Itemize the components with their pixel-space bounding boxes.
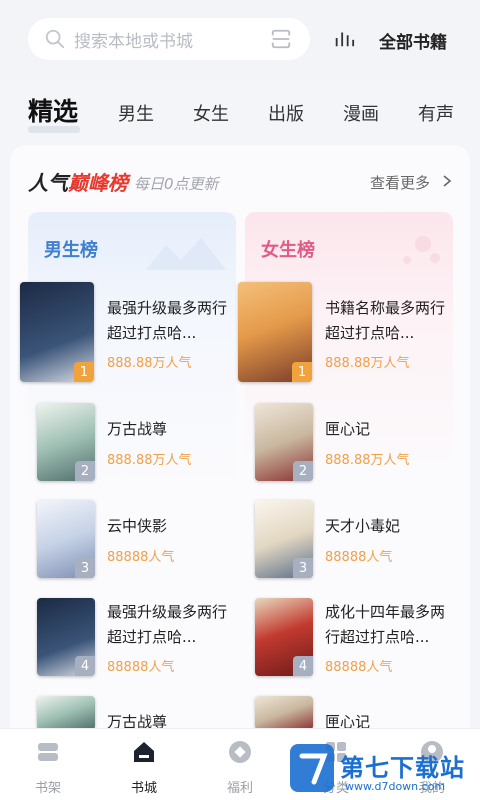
nav-welfare[interactable]: 福利 [210, 739, 270, 796]
watermark-url: www.d7down.com [345, 780, 446, 793]
flower-decoration [403, 236, 440, 264]
book-cover[interactable]: 2 [255, 403, 313, 481]
watermark-text: 第七下载站 [340, 754, 465, 782]
book-title: 最强升级最多两行超过打点哈... [107, 299, 228, 342]
book-cover[interactable] [37, 696, 95, 730]
book-cover[interactable]: 4 [37, 598, 95, 676]
rank-badge: 1 [74, 362, 94, 382]
book-cover[interactable]: 1 [238, 282, 312, 382]
list-item[interactable]: 4 成化十四年最多两行超过打点哈... 88888人气 [255, 598, 475, 688]
rank-badge: 2 [75, 461, 95, 481]
rank-badge: 4 [293, 656, 313, 676]
nav-bookshelf[interactable]: 书架 [18, 739, 78, 796]
nav-label: 书架 [34, 781, 61, 796]
mountain-decoration [146, 238, 226, 270]
tab-publishing[interactable]: 出版 [268, 100, 304, 126]
tab-audio[interactable]: 有声 [418, 100, 454, 126]
book-popularity: 888.88万人气 [325, 453, 410, 468]
book-cover[interactable]: 3 [255, 500, 313, 578]
book-cover[interactable] [255, 696, 313, 730]
book-cover[interactable]: 3 [37, 500, 95, 578]
list-item[interactable]: 2 万古战尊 888.88万人气 [37, 403, 257, 493]
book-title: 最强升级最多两行超过打点哈... [107, 603, 228, 646]
book-popularity: 88888人气 [325, 550, 393, 565]
male-ranking-title: 男生榜 [44, 240, 98, 261]
tab-comics[interactable]: 漫画 [343, 100, 379, 126]
rank-badge: 3 [75, 558, 95, 578]
book-popularity: 888.88万人气 [107, 356, 192, 371]
rank-badge: 1 [292, 362, 312, 382]
top-bar: 搜索本地或书城 全部书籍 [0, 0, 480, 80]
book-popularity: 888.88万人气 [107, 453, 192, 468]
book-title: 云中侠影 [107, 517, 168, 535]
book-cover[interactable]: 1 [20, 282, 94, 382]
book-title: 成化十四年最多两行超过打点哈... [325, 603, 446, 646]
coin-icon [229, 741, 251, 763]
ranking-title: 人气巅峰榜 [28, 167, 128, 196]
list-item[interactable]: 1 最强升级最多两行超过打点哈... 888.88万人气 [20, 282, 240, 382]
book-popularity: 88888人气 [107, 660, 175, 675]
bookstore-icon [134, 742, 154, 762]
book-cover[interactable]: 4 [255, 598, 313, 676]
tab-male[interactable]: 男生 [118, 100, 154, 126]
book-popularity: 88888人气 [325, 660, 393, 675]
book-title: 书籍名称最多两行超过打点哈... [325, 299, 446, 342]
bookshelf-icon [38, 743, 58, 761]
book-title: 万古战尊 [107, 420, 168, 438]
tab-featured[interactable]: 精选 [28, 92, 78, 128]
see-more-link[interactable]: 查看更多 [370, 172, 430, 193]
list-item[interactable]: 3 云中侠影 88888人气 [37, 500, 257, 590]
female-ranking-title: 女生榜 [261, 240, 315, 261]
nav-bookstore[interactable]: 书城 [114, 739, 174, 796]
list-item[interactable]: 4 最强升级最多两行超过打点哈... 88888人气 [37, 598, 257, 688]
all-books-button[interactable]: 全部书籍 [379, 28, 447, 53]
rank-badge: 4 [75, 656, 95, 676]
chevron-right-icon[interactable] [441, 174, 453, 188]
rank-badge: 3 [293, 558, 313, 578]
ranking-title-prefix: 人气 [28, 171, 68, 195]
scan-icon[interactable] [270, 28, 292, 50]
tab-female[interactable]: 女生 [193, 100, 229, 126]
search-input[interactable]: 搜索本地或书城 [28, 18, 310, 60]
ranking-subtitle: 每日0点更新 [134, 175, 219, 193]
ranking-chart-icon[interactable] [333, 27, 355, 49]
list-item[interactable]: 3 天才小毒妃 88888人气 [255, 500, 475, 590]
search-icon [45, 29, 65, 49]
ranking-title-highlight: 巅峰榜 [68, 171, 128, 195]
book-popularity: 888.88万人气 [325, 356, 410, 371]
list-item[interactable]: 2 匣心记 888.88万人气 [255, 403, 475, 493]
category-tabs: 精选 男生 女生 出版 漫画 有声 [0, 84, 480, 136]
list-item[interactable]: 1 书籍名称最多两行超过打点哈... 888.88万人气 [238, 282, 458, 382]
book-title: 天才小毒妃 [325, 517, 401, 535]
rank-badge: 2 [293, 461, 313, 481]
book-popularity: 88888人气 [107, 550, 175, 565]
search-placeholder: 搜索本地或书城 [74, 31, 193, 52]
nav-label: 福利 [226, 781, 253, 796]
book-title: 匣心记 [325, 420, 371, 438]
nav-label: 书城 [130, 781, 157, 796]
book-cover[interactable]: 2 [37, 403, 95, 481]
